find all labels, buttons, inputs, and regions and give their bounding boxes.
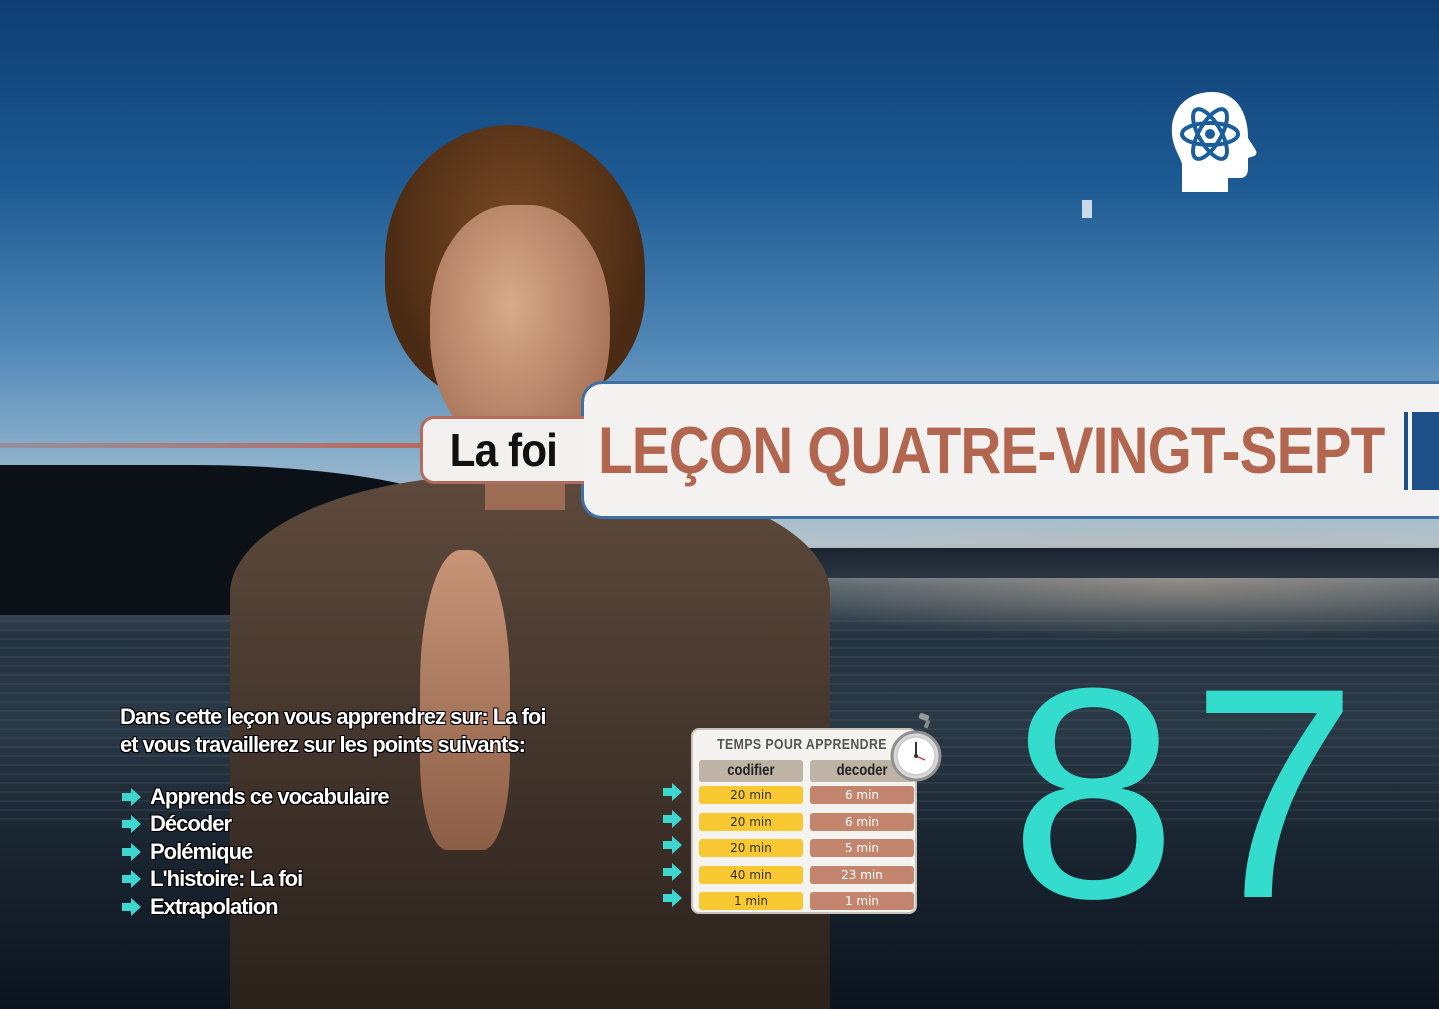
table-cell: 20 min xyxy=(699,813,803,831)
point-label: Apprends ce vocabulaire xyxy=(150,783,390,809)
table-cell: 6 min xyxy=(810,786,914,804)
list-item: Apprends ce vocabulaire xyxy=(120,783,450,811)
arrow-right-icon xyxy=(122,787,141,806)
arrow-right-icon xyxy=(663,889,682,907)
table-cell: 40 min xyxy=(699,866,803,884)
band-edge-block xyxy=(1412,412,1439,490)
table-cell: 6 min xyxy=(810,813,914,831)
head-atom-icon xyxy=(1171,92,1257,192)
light-flare xyxy=(1082,200,1092,218)
arrow-right-icon xyxy=(122,897,141,916)
intro-line-1: Dans cette leçon vous apprendrez sur: La… xyxy=(120,704,546,729)
table-cell: 1 min xyxy=(810,892,914,910)
column-header-codifier: codifier xyxy=(699,760,803,782)
table-title: TEMPS POUR APPRENDRE xyxy=(717,736,887,753)
arrow-right-icon xyxy=(122,870,141,889)
topic-label: La foi xyxy=(449,424,558,476)
band-edge-line xyxy=(1404,412,1408,490)
arrow-right-icon xyxy=(663,783,682,801)
arrow-right-icon xyxy=(122,842,141,861)
table-cell: 1 min xyxy=(699,892,803,910)
intro-text: Dans cette leçon vous apprendrez sur: La… xyxy=(120,703,590,759)
time-to-learn-table: TEMPS POUR APPRENDRE codifier decoder 20… xyxy=(691,728,917,914)
arrow-right-icon xyxy=(663,836,682,854)
list-item: Décoder xyxy=(120,811,450,839)
column-header-label: codifier xyxy=(727,762,775,779)
intro-line-2: et vous travaillerez sur les points suiv… xyxy=(120,732,526,757)
column-header-label: decoder xyxy=(836,762,888,779)
list-item: L'histoire: La foi xyxy=(120,866,450,894)
title-accent-line xyxy=(0,443,430,448)
list-item: Extrapolation xyxy=(120,893,450,921)
point-label: Décoder xyxy=(150,811,232,837)
point-label: Extrapolation xyxy=(150,893,279,919)
point-label: Polémique xyxy=(150,838,253,864)
arrow-right-icon xyxy=(663,862,682,881)
table-row-arrows xyxy=(660,782,686,915)
table-cell: 20 min xyxy=(699,839,803,857)
table-cell: 5 min xyxy=(810,839,914,857)
table-cell: 23 min xyxy=(810,866,914,884)
lesson-number: 87 xyxy=(1010,625,1372,961)
stopwatch-icon xyxy=(890,713,942,782)
lesson-title: LEÇON QUATRE-VINGT-SEPT xyxy=(598,413,1385,487)
arrow-right-icon xyxy=(122,815,141,834)
arrow-right-icon xyxy=(663,809,682,828)
topic-tab: La foi xyxy=(420,416,584,484)
far-shore xyxy=(760,548,1439,578)
point-label: L'histoire: La foi xyxy=(150,866,303,892)
table-cell: 20 min xyxy=(699,786,803,804)
learning-points-list: Apprends ce vocabulaire Décoder Polémiqu… xyxy=(120,783,450,921)
list-item: Polémique xyxy=(120,838,450,866)
